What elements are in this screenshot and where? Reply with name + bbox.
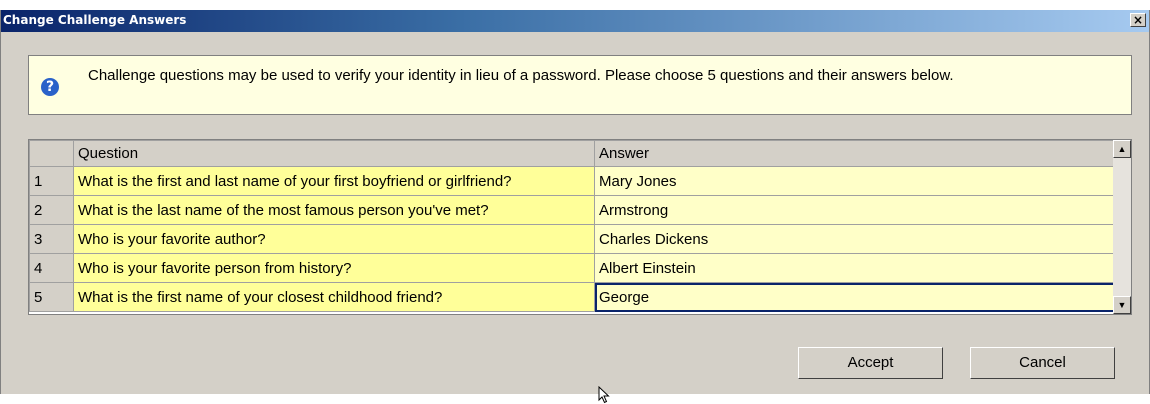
close-button[interactable]: × xyxy=(1130,13,1146,27)
vertical-scrollbar[interactable]: ▲ ▼ xyxy=(1113,140,1131,314)
row-number: 5 xyxy=(29,282,74,312)
answer-cell[interactable]: Albert Einstein xyxy=(594,253,1115,283)
question-cell[interactable]: Who is your favorite person from history… xyxy=(73,253,595,283)
row-number: 3 xyxy=(29,224,74,254)
table-row[interactable]: 4 Who is your favorite person from histo… xyxy=(29,253,1115,283)
row-number: 4 xyxy=(29,253,74,283)
mouse-cursor-icon xyxy=(598,386,610,404)
title-bar[interactable]: Change Challenge Answers × xyxy=(1,10,1149,32)
challenge-questions-grid: Question Answer 1 What is the first and … xyxy=(28,139,1132,315)
table-row[interactable]: 1 What is the first and last name of you… xyxy=(29,166,1115,196)
answer-cell[interactable]: Charles Dickens xyxy=(594,224,1115,254)
row-number: 1 xyxy=(29,166,74,196)
question-cell[interactable]: Who is your favorite author? xyxy=(73,224,595,254)
question-cell[interactable]: What is the first name of your closest c… xyxy=(73,282,595,312)
question-cell[interactable]: What is the last name of the most famous… xyxy=(73,195,595,225)
answer-cell[interactable]: Armstrong xyxy=(594,195,1115,225)
scroll-down-button[interactable]: ▼ xyxy=(1113,296,1131,314)
dialog-title: Change Challenge Answers xyxy=(3,13,187,27)
question-cell[interactable]: What is the first and last name of your … xyxy=(73,166,595,196)
arrow-up-icon: ▲ xyxy=(1117,144,1127,154)
scroll-up-button[interactable]: ▲ xyxy=(1113,140,1131,158)
info-message-text: Challenge questions may be used to verif… xyxy=(88,67,954,84)
table-row[interactable]: 2 What is the last name of the most famo… xyxy=(29,195,1115,225)
row-number: 2 xyxy=(29,195,74,225)
table-row[interactable]: 3 Who is your favorite author? Charles D… xyxy=(29,224,1115,254)
cancel-button[interactable]: Cancel xyxy=(970,347,1115,379)
accept-button-label: Accept xyxy=(847,354,894,371)
answer-cell[interactable]: Mary Jones xyxy=(594,166,1115,196)
answer-cell-selected[interactable]: George xyxy=(594,282,1115,312)
question-icon: ? xyxy=(41,78,59,96)
info-message-box: ? Challenge questions may be used to ver… xyxy=(28,55,1132,115)
cancel-button-label: Cancel xyxy=(1019,354,1066,371)
close-icon: × xyxy=(1132,13,1144,27)
row-number-header xyxy=(29,140,74,167)
accept-button[interactable]: Accept xyxy=(798,347,943,379)
column-header-question[interactable]: Question xyxy=(73,140,595,167)
arrow-down-icon: ▼ xyxy=(1117,300,1127,310)
column-header-answer[interactable]: Answer xyxy=(594,140,1115,167)
questions-table: Question Answer 1 What is the first and … xyxy=(29,140,1115,312)
change-challenge-answers-dialog: Change Challenge Answers × ? Challenge q… xyxy=(0,10,1150,394)
table-row[interactable]: 5 What is the first name of your closest… xyxy=(29,282,1115,312)
